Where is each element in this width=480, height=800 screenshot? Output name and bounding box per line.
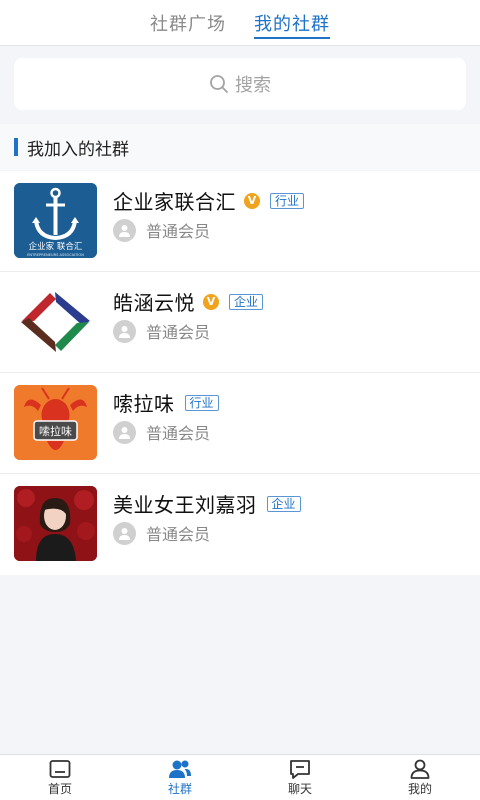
member-level: 普通会员 — [146, 323, 211, 342]
page: 社群广场 我的社群 搜索 我加入的社群 企业家 联合汇 ENTREPRENEUR… — [0, 0, 480, 800]
community-logo: 企业家 联合汇 ENTREPRENEURS ASSOCIATION — [14, 183, 97, 258]
member-row: 普通会员 — [113, 521, 210, 545]
community-icon — [169, 760, 191, 778]
member-level: 普通会员 — [146, 525, 211, 544]
community-logo — [14, 284, 97, 359]
category-tag: 企业 — [266, 495, 301, 512]
list-item[interactable]: 嗦拉味 嗦拉味 行业 普通会员 — [0, 373, 480, 474]
user-avatar-icon — [113, 420, 136, 444]
section-title: 我加入的社群 — [27, 139, 129, 160]
list-item[interactable]: 企业家 联合汇 ENTREPRENEURS ASSOCIATION 企业家联合汇… — [0, 171, 480, 272]
search-area: 搜索 — [0, 46, 480, 122]
user-avatar-icon — [113, 218, 136, 242]
logo-text: 企业家 联合汇 — [29, 241, 83, 252]
nav-mine[interactable]: 我的 — [360, 755, 480, 800]
bottom-nav: 首页 社群 聊天 我的 — [0, 754, 480, 800]
member-level: 普通会员 — [146, 222, 211, 241]
home-icon — [49, 759, 71, 778]
logo-subtext: ENTREPRENEURS ASSOCIATION — [27, 253, 84, 257]
search-icon — [210, 75, 228, 93]
community-name-row: 美业女王刘嘉羽 企业 — [113, 489, 301, 518]
nav-community[interactable]: 社群 — [120, 755, 240, 800]
member-row: 普通会员 — [113, 319, 210, 343]
crayfish-logo-image: 嗦拉味 — [14, 385, 97, 460]
community-name-row: 皓涵云悦 V 企业 — [113, 287, 264, 316]
top-tab-bar: 社群广场 我的社群 — [0, 0, 480, 46]
search-placeholder: 搜索 — [235, 75, 271, 96]
member-row: 普通会员 — [113, 218, 210, 242]
nav-home-label: 首页 — [47, 781, 72, 796]
community-name-row: 企业家联合汇 V 行业 — [113, 186, 305, 215]
diamond-logo-image — [14, 284, 97, 359]
community-name: 嗦拉味 — [113, 392, 175, 416]
search-input[interactable]: 搜索 — [14, 58, 466, 110]
verified-badge-icon: V — [203, 293, 219, 310]
member-level: 普通会员 — [146, 424, 211, 443]
community-name: 皓涵云悦 — [113, 291, 195, 315]
logo-text: 嗦拉味 — [39, 424, 72, 438]
section-header: 我加入的社群 — [0, 124, 480, 170]
chat-icon — [290, 759, 310, 779]
category-tag: 行业 — [184, 394, 219, 411]
category-tag: 行业 — [270, 192, 305, 209]
nav-mine-label: 我的 — [407, 781, 432, 796]
community-logo — [14, 486, 97, 561]
nav-community-label: 社群 — [167, 781, 192, 796]
list-item[interactable]: 皓涵云悦 V 企业 普通会员 — [0, 272, 480, 373]
portrait-photo-image — [14, 486, 97, 561]
community-list: 企业家 联合汇 ENTREPRENEURS ASSOCIATION 企业家联合汇… — [0, 171, 480, 575]
verified-badge-icon: V — [244, 192, 260, 209]
nav-chat-label: 聊天 — [287, 781, 312, 796]
member-row: 普通会员 — [113, 420, 210, 444]
anchor-logo-image: 企业家 联合汇 ENTREPRENEURS ASSOCIATION — [14, 183, 97, 258]
user-icon — [410, 759, 430, 779]
nav-home[interactable]: 首页 — [0, 755, 120, 800]
community-name-row: 嗦拉味 行业 — [113, 388, 219, 417]
list-item[interactable]: 美业女王刘嘉羽 企业 普通会员 — [0, 474, 480, 575]
nav-chat[interactable]: 聊天 — [240, 755, 360, 800]
tab-my-communities[interactable]: 我的社群 — [254, 0, 330, 46]
community-name: 美业女王刘嘉羽 — [113, 493, 257, 517]
user-avatar-icon — [113, 521, 136, 545]
user-avatar-icon — [113, 319, 136, 343]
category-tag: 企业 — [229, 293, 264, 310]
section-accent-bar — [14, 138, 18, 156]
tab-community-square[interactable]: 社群广场 — [150, 0, 226, 46]
community-name: 企业家联合汇 — [113, 190, 236, 214]
community-logo: 嗦拉味 — [14, 385, 97, 460]
